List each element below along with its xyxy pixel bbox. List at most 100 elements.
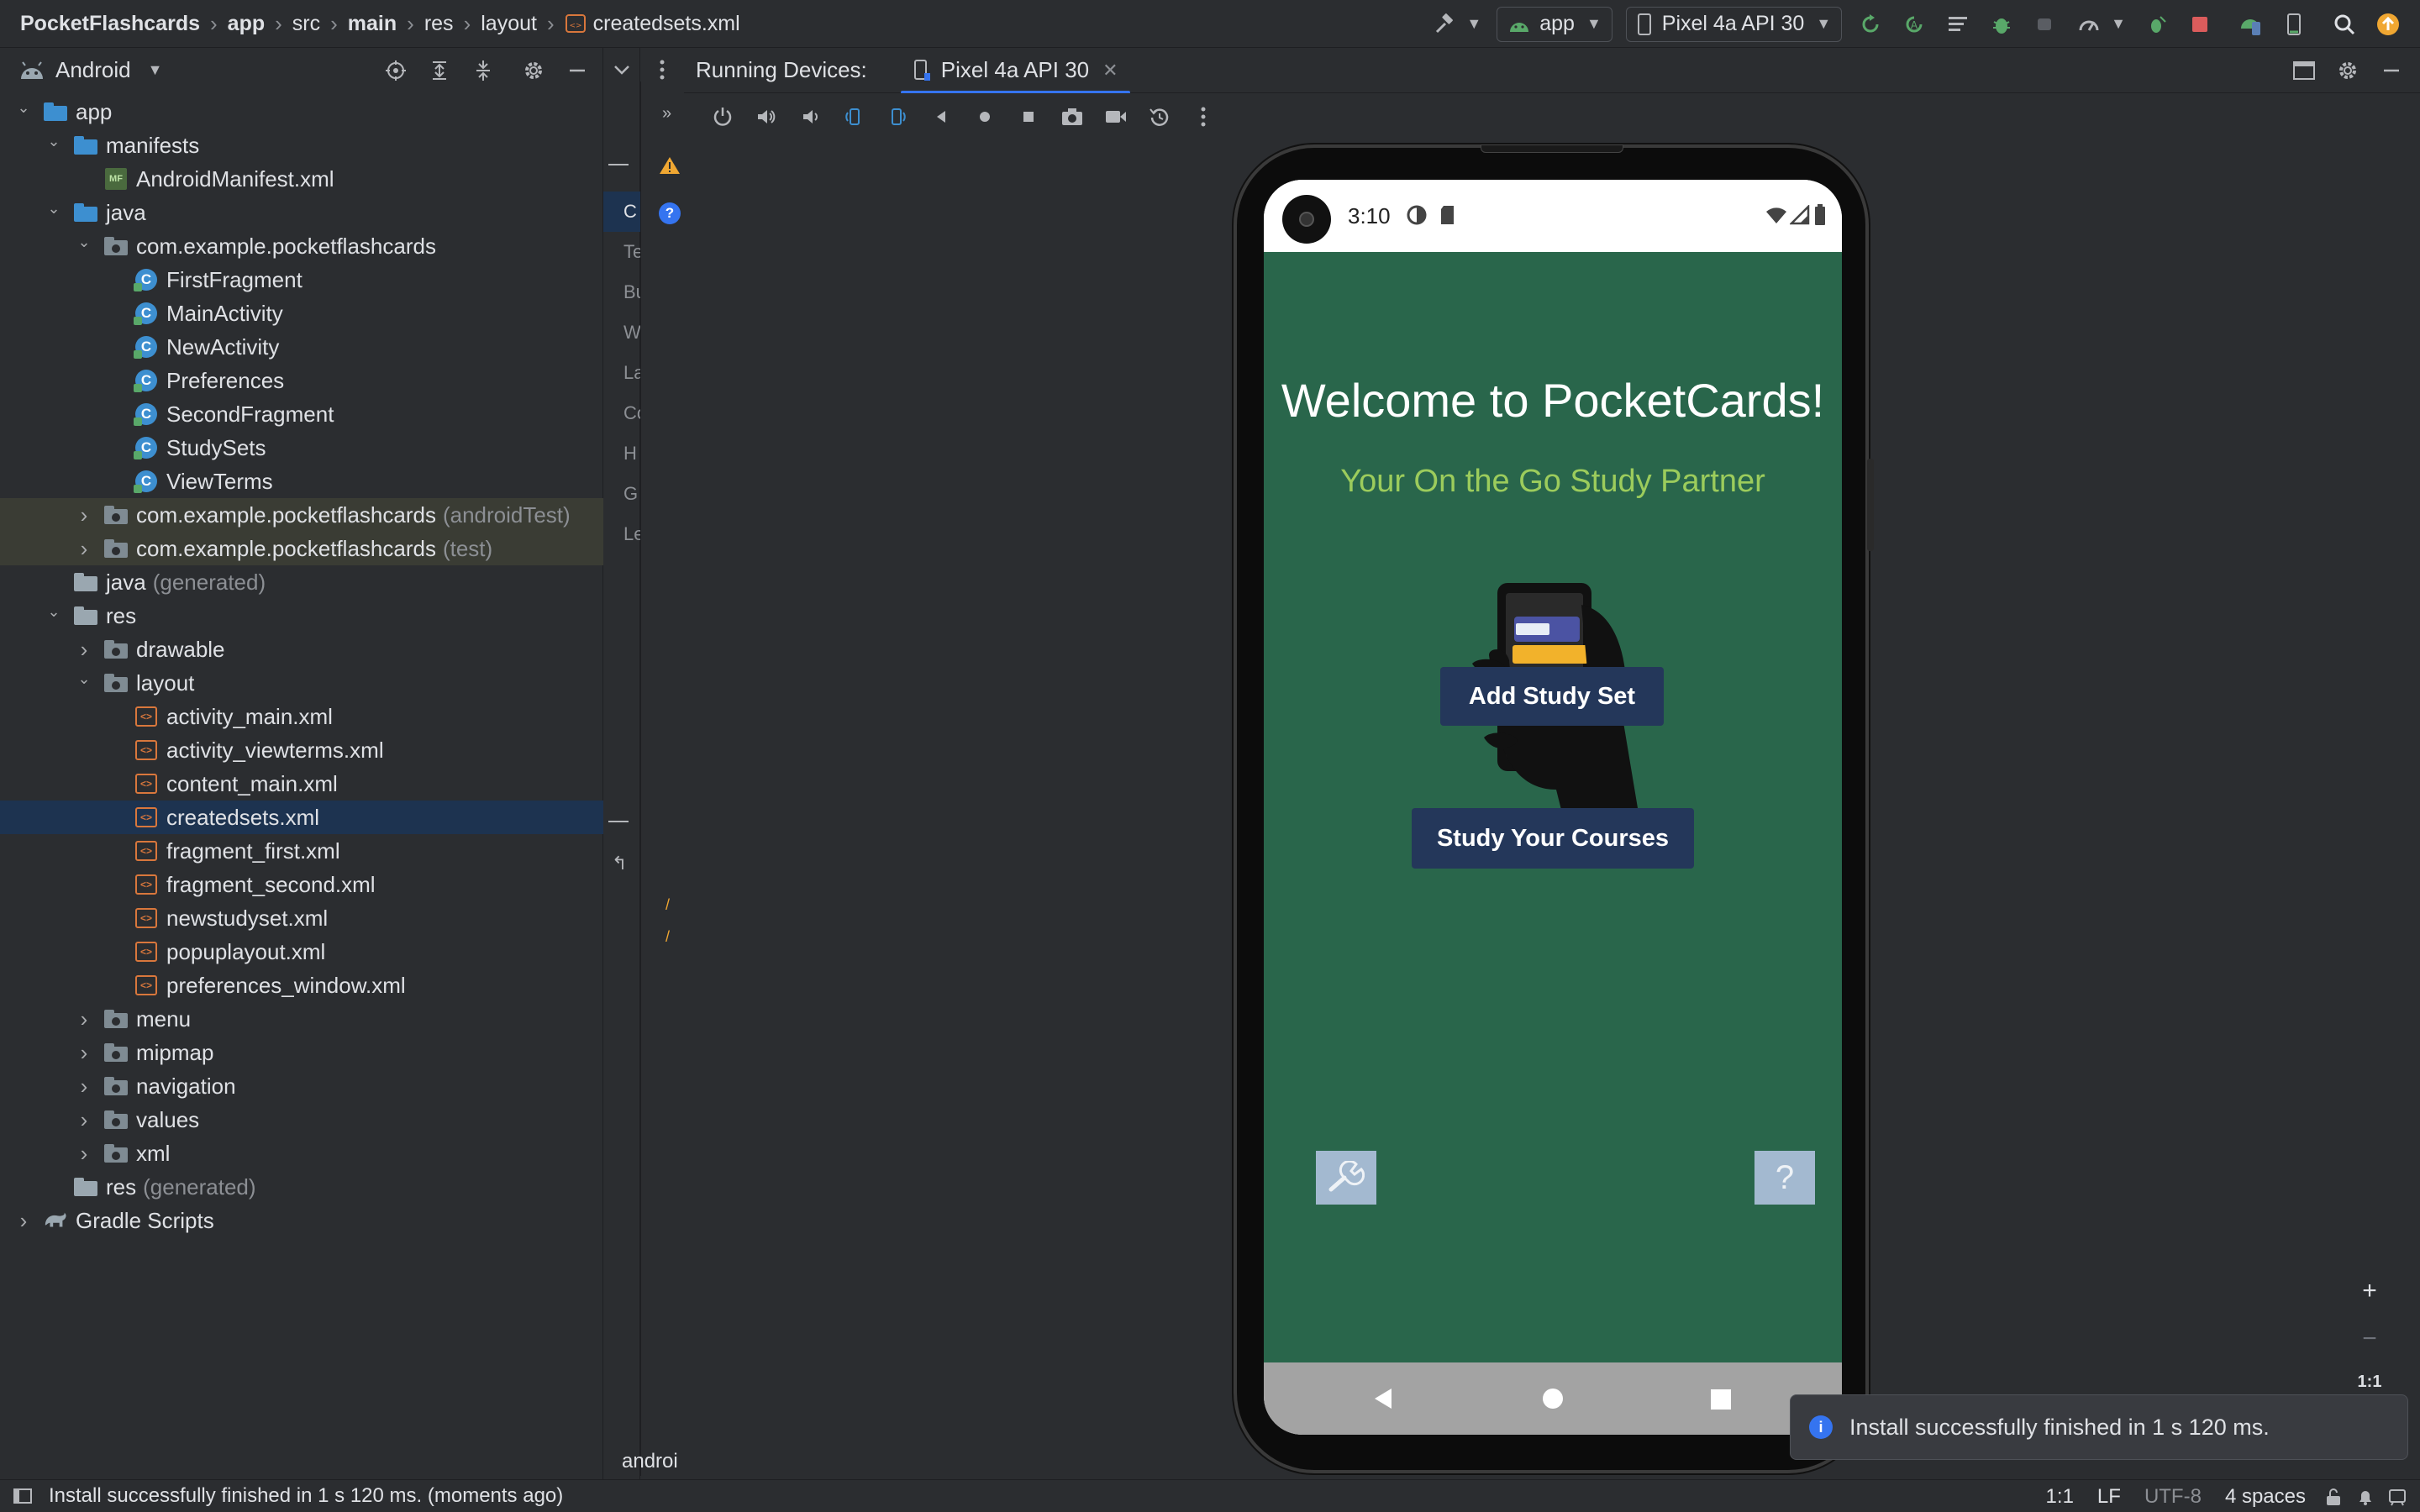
palette-item[interactable]: La (603, 353, 640, 393)
tree-row[interactable]: › menu (0, 1002, 603, 1036)
close-icon[interactable]: ✕ (1102, 60, 1118, 81)
palette-item[interactable]: G (603, 474, 640, 514)
tree-row[interactable]: <> popuplayout.xml (0, 935, 603, 969)
tree-row[interactable]: ⌄ res (0, 599, 603, 633)
stop-icon[interactable] (2183, 8, 2217, 41)
home-icon[interactable] (968, 100, 1002, 134)
tree-row[interactable]: C StudySets (0, 431, 603, 465)
indent-setting[interactable]: 4 spaces (2225, 1485, 2306, 1509)
tree-row[interactable]: <> content_main.xml (0, 767, 603, 801)
chevron-down-icon[interactable]: ▼ (148, 61, 163, 79)
tree-row[interactable]: › values (0, 1103, 603, 1137)
tree-row[interactable]: ⌄ manifests (0, 129, 603, 162)
breadcrumb-res[interactable]: res (424, 12, 454, 36)
install-notification[interactable]: i Install successfully finished in 1 s 1… (1790, 1394, 2408, 1460)
tree-row[interactable]: java (generated) (0, 565, 603, 599)
preferences-button[interactable] (1316, 1151, 1376, 1205)
more-icon[interactable] (1186, 100, 1220, 134)
tree-row[interactable]: C NewActivity (0, 330, 603, 364)
breadcrumb-src[interactable]: src (292, 12, 320, 36)
tree-row[interactable]: › mipmap (0, 1036, 603, 1069)
warning-icon[interactable] (659, 155, 681, 180)
expand-all-icon[interactable] (423, 54, 456, 87)
maximize-icon[interactable] (2287, 54, 2321, 87)
screen-record-icon[interactable] (1099, 100, 1133, 134)
breadcrumb-main[interactable]: main (348, 12, 397, 36)
add-study-set-button[interactable]: Add Study Set (1440, 667, 1664, 726)
palette-item[interactable]: Te (603, 232, 640, 272)
tree-row[interactable]: ⌄ app (0, 95, 603, 129)
chevron-down-icon[interactable] (603, 53, 640, 87)
palette-item[interactable]: Co (603, 393, 640, 433)
chevron-right-icon[interactable]: › (76, 1006, 92, 1032)
chevron-right-icon[interactable]: › (76, 1040, 92, 1066)
minimize-icon[interactable] (560, 54, 594, 87)
chevron-right-icon[interactable]: › (76, 637, 92, 663)
palette-item[interactable]: Le (603, 514, 640, 554)
overview-icon[interactable] (1012, 100, 1045, 134)
tree-row[interactable]: C SecondFragment (0, 397, 603, 431)
tree-row[interactable]: <> fragment_second.xml (0, 868, 603, 901)
minimize-icon[interactable] (608, 821, 629, 822)
chevron-right-icon[interactable]: › (76, 502, 92, 528)
tree-row[interactable]: ⌄ layout (0, 666, 603, 700)
chevron-down-icon[interactable]: ▼ (1466, 15, 1481, 33)
sdk-manager-icon[interactable] (2277, 8, 2311, 41)
tree-row[interactable]: › xml (0, 1137, 603, 1170)
chevron-right-icon[interactable]: › (15, 1208, 32, 1234)
chevron-down-icon[interactable]: ⌄ (45, 133, 62, 150)
tree-row[interactable]: ⌄ java (0, 196, 603, 229)
tree-row[interactable]: <> createdsets.xml (0, 801, 603, 834)
gear-icon[interactable] (2331, 54, 2365, 87)
palette-item[interactable]: Bu (603, 272, 640, 312)
locate-file-icon[interactable] (379, 54, 413, 87)
update-icon[interactable] (2371, 8, 2405, 41)
line-separator[interactable]: LF (2097, 1485, 2121, 1509)
tree-row[interactable]: › com.example.pocketflashcards (test) (0, 532, 603, 565)
attach-debugger-icon[interactable] (2028, 8, 2062, 41)
tree-row[interactable]: <> activity_main.xml (0, 700, 603, 733)
chevron-down-icon[interactable]: ⌄ (76, 670, 92, 688)
tree-row[interactable]: C ViewTerms (0, 465, 603, 498)
tree-row[interactable]: › com.example.pocketflashcards (androidTes… (0, 498, 603, 532)
zoom-actual-size-button[interactable]: 1:1 (2358, 1373, 2382, 1392)
tree-row[interactable]: <> fragment_first.xml (0, 834, 603, 868)
tree-row[interactable]: <> newstudyset.xml (0, 901, 603, 935)
more-icon[interactable] (649, 53, 676, 87)
tool-window-toggle-icon[interactable] (13, 1488, 32, 1504)
chevron-right-icon[interactable]: » (662, 104, 671, 123)
chevron-down-icon[interactable]: ⌄ (45, 200, 62, 218)
collapse-all-icon[interactable] (466, 54, 500, 87)
tree-row[interactable]: › drawable (0, 633, 603, 666)
search-icon[interactable] (2328, 8, 2361, 41)
rotate-right-icon[interactable] (881, 100, 914, 134)
palette-item[interactable]: W (603, 312, 640, 353)
gear-icon[interactable] (517, 54, 550, 87)
breadcrumb-file[interactable]: createdsets.xml (593, 12, 740, 36)
tab-device[interactable]: Pixel 4a API 30 ✕ (900, 48, 1130, 94)
volume-down-icon[interactable] (793, 100, 827, 134)
device-screen[interactable]: 3:10 Welcome to PocketCards! Your On the… (1264, 180, 1842, 1435)
palette-item[interactable]: C (603, 192, 640, 232)
back-icon[interactable] (924, 100, 958, 134)
profiler-icon[interactable] (2072, 8, 2106, 41)
help-icon[interactable]: ? (659, 202, 681, 224)
breadcrumb-project[interactable]: PocketFlashcards (20, 12, 200, 36)
chevron-right-icon[interactable]: › (76, 1141, 92, 1167)
tree-row[interactable]: C MainActivity (0, 297, 603, 330)
minimize-icon[interactable] (2375, 54, 2408, 87)
nav-back-icon[interactable] (1371, 1386, 1397, 1411)
status-message[interactable]: Install successfully finished in 1 s 120… (49, 1484, 563, 1508)
power-icon[interactable] (706, 100, 739, 134)
zoom-in-icon[interactable]: + (2362, 1277, 2377, 1305)
file-encoding[interactable]: UTF-8 (2144, 1485, 2202, 1509)
chevron-down-icon[interactable]: ⌄ (45, 603, 62, 621)
tree-row[interactable]: › navigation (0, 1069, 603, 1103)
lock-icon[interactable] (2324, 1488, 2343, 1506)
device-manager-icon[interactable] (2233, 8, 2267, 41)
run-config-select[interactable]: app ▼ (1497, 6, 1612, 42)
chevron-down-icon[interactable]: ▼ (2111, 15, 2126, 33)
tree-row[interactable]: C Preferences (0, 364, 603, 397)
side-button[interactable] (1867, 459, 1874, 551)
component-tree-icon[interactable]: ↰ (612, 853, 627, 874)
